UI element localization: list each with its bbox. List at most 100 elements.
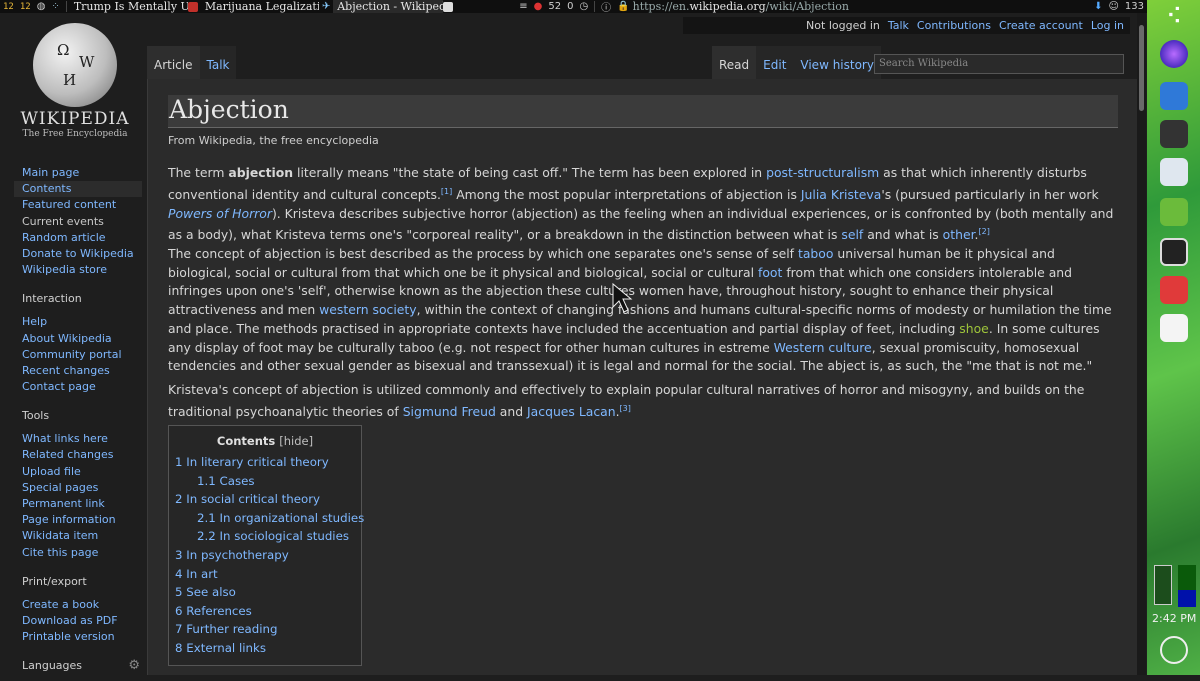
sidebar-item-main-page[interactable]: Main page: [14, 165, 142, 181]
sidebar-item-contact[interactable]: Contact page: [14, 379, 142, 395]
tab-view-history[interactable]: View history: [793, 46, 881, 79]
toc-item[interactable]: 7 Further reading: [169, 620, 361, 639]
link-other[interactable]: other: [943, 227, 975, 242]
files-icon[interactable]: [1160, 82, 1188, 110]
power-icon[interactable]: [1160, 636, 1188, 664]
link-foot[interactable]: foot: [758, 265, 782, 280]
sidebar-item-random[interactable]: Random article: [14, 230, 142, 246]
sidebar-item-what-links-here[interactable]: What links here: [14, 431, 142, 447]
toc-hide-toggle[interactable]: [hide]: [279, 434, 313, 448]
sidebar-item-special-pages[interactable]: Special pages: [14, 480, 142, 496]
sidebar-item-recent-changes[interactable]: Recent changes: [14, 363, 142, 379]
sidebar-item-about[interactable]: About Wikipedia: [14, 331, 142, 347]
link-self[interactable]: self: [841, 227, 863, 242]
tab-read[interactable]: Read: [712, 46, 757, 79]
monitor-icon[interactable]: [1160, 238, 1188, 266]
toc-item[interactable]: 2 In social critical theory: [169, 490, 361, 509]
desktop-dock: ⠪: [1147, 0, 1200, 675]
right-count[interactable]: 133: [1122, 0, 1147, 13]
tab-count-badge[interactable]: 12: [0, 0, 17, 13]
sidebar-item-pdf[interactable]: Download as PDF: [14, 613, 142, 629]
sidebar-item-contents[interactable]: Contents: [14, 181, 142, 198]
link-western-culture[interactable]: Western culture: [774, 340, 872, 355]
personal-talk-link[interactable]: Talk: [888, 19, 909, 32]
tab-trump[interactable]: Trump Is Mentally Unw: [70, 0, 188, 13]
toc-item[interactable]: 6 References: [169, 602, 361, 621]
document-icon[interactable]: [1160, 314, 1188, 342]
wikipedia-logo[interactable]: Ω W И WIKIPEDIA The Free Encyclopedia: [10, 13, 140, 144]
toc-item[interactable]: 3 In psychotherapy: [169, 546, 361, 565]
link-jacques-lacan[interactable]: Jacques Lacan: [527, 404, 616, 419]
divider: [594, 1, 596, 12]
settings-icon[interactable]: [1160, 120, 1188, 148]
link-post-structuralism[interactable]: post-structuralism: [766, 165, 879, 180]
tab-abjection[interactable]: Abjection - Wikipedia: [333, 0, 444, 13]
tab-edit[interactable]: Edit: [756, 46, 794, 79]
sidebar-item-featured[interactable]: Featured content: [14, 197, 142, 213]
share-icon[interactable]: ⠪: [1160, 4, 1188, 32]
sidebar-item-cite[interactable]: Cite this page: [14, 545, 142, 561]
toc-item[interactable]: 1 In literary critical theory: [169, 453, 361, 472]
link-shoe[interactable]: shoe: [959, 321, 989, 336]
toc-item[interactable]: 1.1 Cases: [169, 472, 361, 491]
sidebar-item-upload[interactable]: Upload file: [14, 464, 142, 480]
text: The term: [168, 165, 229, 180]
link-sigmund-freud[interactable]: Sigmund Freud: [403, 404, 496, 419]
toc-item[interactable]: 5 See also: [169, 583, 361, 602]
sidebar-item-permanent-link[interactable]: Permanent link: [14, 496, 142, 512]
toc-number: 6: [175, 603, 183, 618]
link-julia-kristeva[interactable]: Julia Kristeva: [801, 187, 881, 202]
profile-icon[interactable]: ☺: [1105, 0, 1121, 13]
search-input[interactable]: Search Wikipedia: [874, 54, 1124, 74]
link-western-society[interactable]: western society: [319, 302, 416, 317]
history-icon[interactable]: ◷: [576, 0, 591, 13]
sidebar-item-page-info[interactable]: Page information: [14, 512, 142, 528]
sidebar-item-wikidata[interactable]: Wikidata item: [14, 528, 142, 544]
sidebar-item-current-events[interactable]: Current events: [14, 214, 142, 230]
tab-marijuana[interactable]: Marijuana Legalization/T: [201, 0, 319, 13]
tab-article[interactable]: Article: [147, 46, 200, 79]
scrollbar-thumb[interactable]: [1139, 25, 1144, 111]
link-taboo[interactable]: taboo: [798, 246, 833, 261]
ext-count-2[interactable]: 0: [564, 0, 576, 13]
download-icon[interactable]: ⬇: [1091, 0, 1105, 13]
ext-count-1[interactable]: 52: [545, 0, 564, 13]
page-title: Abjection: [169, 95, 289, 124]
citation-2[interactable]: [2]: [979, 227, 990, 236]
contributions-link[interactable]: Contributions: [917, 19, 991, 32]
tab-count-badge-2[interactable]: 12: [17, 0, 34, 13]
text: literally means "the state of being cast…: [293, 165, 767, 180]
sidebar-item-help[interactable]: Help: [14, 314, 142, 330]
toc-number: 1: [175, 455, 183, 469]
create-account-link[interactable]: Create account: [999, 19, 1083, 32]
tab-talk[interactable]: Talk: [199, 46, 237, 79]
toc-item[interactable]: 2.2 In sociological studies: [169, 527, 361, 546]
lock-icon: 🔒: [617, 1, 630, 12]
page-scrollbar[interactable]: [1137, 13, 1146, 675]
sidebar-item-related-changes[interactable]: Related changes: [14, 447, 142, 463]
toc-item[interactable]: 8 External links: [169, 639, 361, 658]
sidebar-item-donate[interactable]: Donate to Wikipedia: [14, 246, 142, 262]
paragraph-3: Kristeva's concept of abjection is utili…: [168, 381, 1118, 422]
menu-icon[interactable]: ≡: [516, 0, 530, 13]
sidebar-item-create-book[interactable]: Create a book: [14, 597, 142, 613]
text: Among the most popular interpretations o…: [452, 186, 801, 202]
game-icon[interactable]: [1160, 158, 1188, 186]
toc-number: 3: [175, 547, 183, 562]
firefox-icon[interactable]: [1160, 40, 1188, 68]
citation-1[interactable]: [1]: [441, 187, 452, 196]
toc-item[interactable]: 4 In art: [169, 565, 361, 584]
info-icon[interactable]: ⓘ: [598, 0, 614, 13]
sidebar-item-printable[interactable]: Printable version: [14, 629, 142, 645]
log-in-link[interactable]: Log in: [1091, 19, 1124, 32]
url-bar[interactable]: https://en.wikipedia.org/wiki/Abjection: [633, 0, 849, 13]
editor-icon[interactable]: [1160, 198, 1188, 226]
vivaldi-icon[interactable]: [1160, 276, 1188, 304]
sidebar-item-community[interactable]: Community portal: [14, 347, 142, 363]
ublock-icon[interactable]: ●: [531, 0, 546, 13]
link-powers-of-horror[interactable]: Powers of Horror: [168, 206, 272, 221]
gear-icon[interactable]: ⚙: [128, 659, 140, 673]
toc-item[interactable]: 2.1 In organizational studies: [169, 509, 364, 528]
citation-3[interactable]: [3]: [620, 404, 631, 413]
sidebar-item-store[interactable]: Wikipedia store: [14, 262, 142, 278]
